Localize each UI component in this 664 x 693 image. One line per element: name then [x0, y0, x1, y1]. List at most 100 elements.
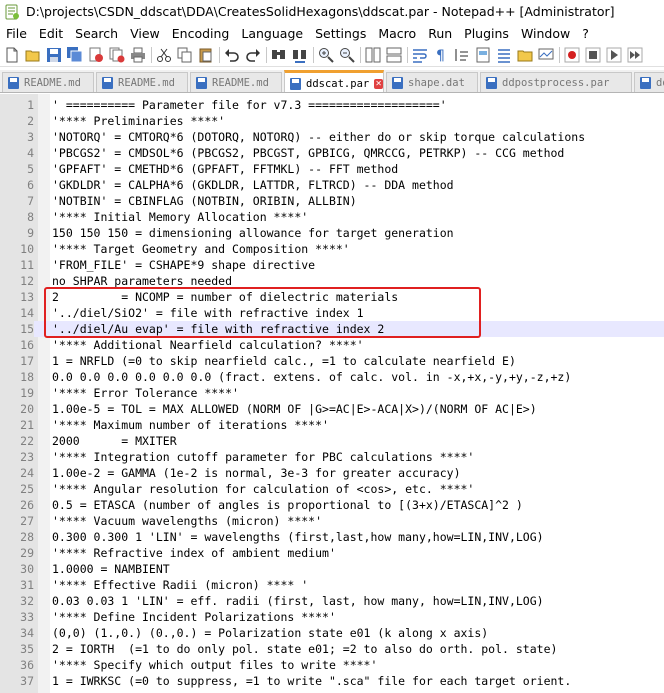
- tab-readme-3[interactable]: README.md: [190, 72, 282, 92]
- code-text[interactable]: 150 150 150 = dimensioning allowance for…: [52, 225, 454, 241]
- code-line[interactable]: 16 '**** Additional Nearfield calculation…: [0, 337, 664, 353]
- menu-edit[interactable]: Edit: [33, 26, 69, 41]
- sync-horizontal-icon[interactable]: [386, 47, 402, 63]
- code-line[interactable]: 25 '**** Angular resolution for calculati…: [0, 481, 664, 497]
- code-line[interactable]: 35 2 = IORTH (=1 to do only pol. state e0…: [0, 641, 664, 657]
- menu-encoding[interactable]: Encoding: [166, 26, 236, 41]
- code-text[interactable]: 'PBCGS2' = CMDSOL*6 (PBCGS2, PBCGST, GPB…: [52, 145, 564, 161]
- copy-icon[interactable]: [177, 47, 193, 63]
- code-line[interactable]: 3 'NOTORQ' = CMTORQ*6 (DOTORQ, NOTORQ) --…: [0, 129, 664, 145]
- code-text[interactable]: '**** Angular resolution for calculation…: [52, 481, 474, 497]
- menu-macro[interactable]: Macro: [372, 26, 422, 41]
- code-line[interactable]: 12 no SHPAR parameters needed: [0, 273, 664, 289]
- code-line[interactable]: 19 '**** Error Tolerance ****': [0, 385, 664, 401]
- code-line[interactable]: 31 '**** Effective Radii (micron) **** ': [0, 577, 664, 593]
- code-line[interactable]: 7 'NOTBIN' = CBINFLAG (NOTBIN, ORIBIN, AL…: [0, 193, 664, 209]
- tab-readme-1[interactable]: README.md: [2, 72, 94, 92]
- code-line[interactable]: 34 (0,0) (1.,0.) (0.,0.) = Polarization s…: [0, 625, 664, 641]
- code-line[interactable]: 10 '**** Target Geometry and Composition …: [0, 241, 664, 257]
- code-line[interactable]: 18 0.0 0.0 0.0 0.0 0.0 0.0 (fract. extens…: [0, 369, 664, 385]
- save-icon[interactable]: [46, 47, 62, 63]
- code-line[interactable]: 28 0.300 0.300 1 'LIN' = wavelengths (fir…: [0, 529, 664, 545]
- code-line[interactable]: 11 'FROM_FILE' = CSHAPE*9 shape directive: [0, 257, 664, 273]
- save-all-icon[interactable]: [67, 46, 83, 63]
- sync-vertical-icon[interactable]: [365, 47, 381, 63]
- menu-file[interactable]: File: [0, 26, 33, 41]
- close-all-icon[interactable]: [109, 47, 125, 63]
- code-text[interactable]: (0,0) (1.,0.) (0.,0.) = Polarization sta…: [52, 625, 488, 641]
- code-line[interactable]: 22 2000 = MXITER: [0, 433, 664, 449]
- code-line[interactable]: 9 150 150 150 = dimensioning allowance fo…: [0, 225, 664, 241]
- code-text[interactable]: no SHPAR parameters needed: [52, 273, 232, 289]
- document-map-icon[interactable]: [475, 47, 491, 63]
- menu-plugins[interactable]: Plugins: [458, 26, 515, 41]
- menu-help[interactable]: ?: [576, 26, 595, 41]
- code-text[interactable]: 2 = IORTH (=1 to do only pol. state e01;…: [52, 641, 557, 657]
- menu-language[interactable]: Language: [235, 26, 309, 41]
- code-text[interactable]: 'GKDLDR' = CALPHA*6 (GKDLDR, LATTDR, FLT…: [52, 177, 454, 193]
- play-macro-icon[interactable]: [606, 47, 622, 63]
- new-file-icon[interactable]: [4, 47, 20, 63]
- code-text[interactable]: '**** Maximum number of iterations ****': [52, 417, 329, 433]
- code-text[interactable]: 0.0 0.0 0.0 0.0 0.0 0.0 (fract. extens. …: [52, 369, 571, 385]
- code-line[interactable]: 20 1.00e-5 = TOL = MAX ALLOWED (NORM OF |…: [0, 401, 664, 417]
- code-line[interactable]: 33 '**** Define Incident Polarizations **…: [0, 609, 664, 625]
- close-icon[interactable]: [88, 47, 104, 63]
- code-text[interactable]: ' ========== Parameter file for v7.3 ===…: [52, 97, 447, 113]
- code-line[interactable]: 17 1 = NRFLD (=0 to skip nearfield calc.,…: [0, 353, 664, 369]
- code-text[interactable]: '**** Effective Radii (micron) **** ': [52, 577, 308, 593]
- code-line[interactable]: 29 '**** Refractive index of ambient medi…: [0, 545, 664, 561]
- code-line[interactable]: 30 1.0000 = NAMBIENT: [0, 561, 664, 577]
- code-text[interactable]: 1.00e-2 = GAMMA (1e-2 is normal, 3e-3 fo…: [52, 465, 461, 481]
- menu-run[interactable]: Run: [422, 26, 458, 41]
- code-text[interactable]: '**** Refractive index of ambient medium…: [52, 545, 336, 561]
- code-text[interactable]: 1 = IWRKSC (=0 to suppress, =1 to write …: [52, 673, 571, 689]
- code-line[interactable]: 23 '**** Integration cutoff parameter for…: [0, 449, 664, 465]
- zoom-out-icon[interactable]: [339, 47, 355, 63]
- code-text[interactable]: '**** Additional Nearfield calculation? …: [52, 337, 364, 353]
- redo-icon[interactable]: [245, 47, 261, 63]
- code-line[interactable]: 13 2 = NCOMP = number of dielectric mater…: [0, 289, 664, 305]
- print-icon[interactable]: [130, 47, 146, 63]
- code-text[interactable]: 'NOTORQ' = CMTORQ*6 (DOTORQ, NOTORQ) -- …: [52, 129, 585, 145]
- code-text[interactable]: 1.00e-5 = TOL = MAX ALLOWED (NORM OF |G>…: [52, 401, 537, 417]
- find-icon[interactable]: [271, 47, 287, 63]
- code-text[interactable]: 0.5 = ETASCA (number of angles is propor…: [52, 497, 523, 513]
- code-text[interactable]: '**** Define Incident Polarizations ****…: [52, 609, 336, 625]
- code-line[interactable]: 14 '../diel/SiO2' = file with refractive …: [0, 305, 664, 321]
- tab-ddscat-par[interactable]: ddscat.par ✕: [284, 70, 384, 92]
- code-line[interactable]: 8 '**** Initial Memory Allocation ****': [0, 209, 664, 225]
- menu-settings[interactable]: Settings: [309, 26, 372, 41]
- run-macro-multiple-icon[interactable]: [627, 47, 643, 63]
- tab-ddpostprocess-par[interactable]: ddpostprocess.par: [480, 72, 632, 92]
- code-line[interactable]: 32 0.03 0.03 1 'LIN' = eff. radii (first,…: [0, 593, 664, 609]
- code-line[interactable]: 15 '../diel/Au evap' = file with refracti…: [0, 321, 664, 337]
- tab-readme-2[interactable]: README.md: [96, 72, 188, 92]
- code-line[interactable]: 36 '**** Specify which output files to wr…: [0, 657, 664, 673]
- code-line[interactable]: 6 'GKDLDR' = CALPHA*6 (GKDLDR, LATTDR, FL…: [0, 177, 664, 193]
- folder-workspace-icon[interactable]: [517, 47, 533, 63]
- word-wrap-icon[interactable]: [412, 47, 428, 63]
- record-macro-icon[interactable]: [564, 47, 580, 63]
- code-line[interactable]: 2 '**** Preliminaries ****': [0, 113, 664, 129]
- code-text[interactable]: 2000 = MXITER: [52, 433, 177, 449]
- tab-shape-dat[interactable]: shape.dat: [386, 72, 478, 92]
- tab-close-icon[interactable]: ✕: [374, 78, 383, 89]
- code-line[interactable]: 4 'PBCGS2' = CMDSOL*6 (PBCGS2, PBCGST, GP…: [0, 145, 664, 161]
- open-file-icon[interactable]: [25, 47, 41, 63]
- code-text[interactable]: 2 = NCOMP = number of dielectric materia…: [52, 289, 398, 305]
- code-text[interactable]: '**** Preliminaries ****': [52, 113, 225, 129]
- code-text[interactable]: 'NOTBIN' = CBINFLAG (NOTBIN, ORIBIN, ALL…: [52, 193, 357, 209]
- code-line[interactable]: 1 ' ========== Parameter file for v7.3 ==…: [0, 97, 664, 113]
- indent-guide-icon[interactable]: [454, 47, 470, 63]
- code-line[interactable]: 21 '**** Maximum number of iterations ***…: [0, 417, 664, 433]
- code-text[interactable]: 'GPFAFT' = CMETHD*6 (GPFAFT, FFTMKL) -- …: [52, 161, 398, 177]
- editor-pane[interactable]: 1 ' ========== Parameter file for v7.3 ==…: [0, 94, 664, 693]
- code-text[interactable]: '**** Vacuum wavelengths (micron) ****': [52, 513, 322, 529]
- zoom-in-icon[interactable]: [318, 47, 334, 63]
- code-text[interactable]: '**** Initial Memory Allocation ****': [52, 209, 308, 225]
- paste-icon[interactable]: [198, 47, 214, 63]
- code-text[interactable]: 1 = NRFLD (=0 to skip nearfield calc., =…: [52, 353, 516, 369]
- code-text[interactable]: '**** Integration cutoff parameter for P…: [52, 449, 474, 465]
- code-text[interactable]: '**** Specify which output files to writ…: [52, 657, 377, 673]
